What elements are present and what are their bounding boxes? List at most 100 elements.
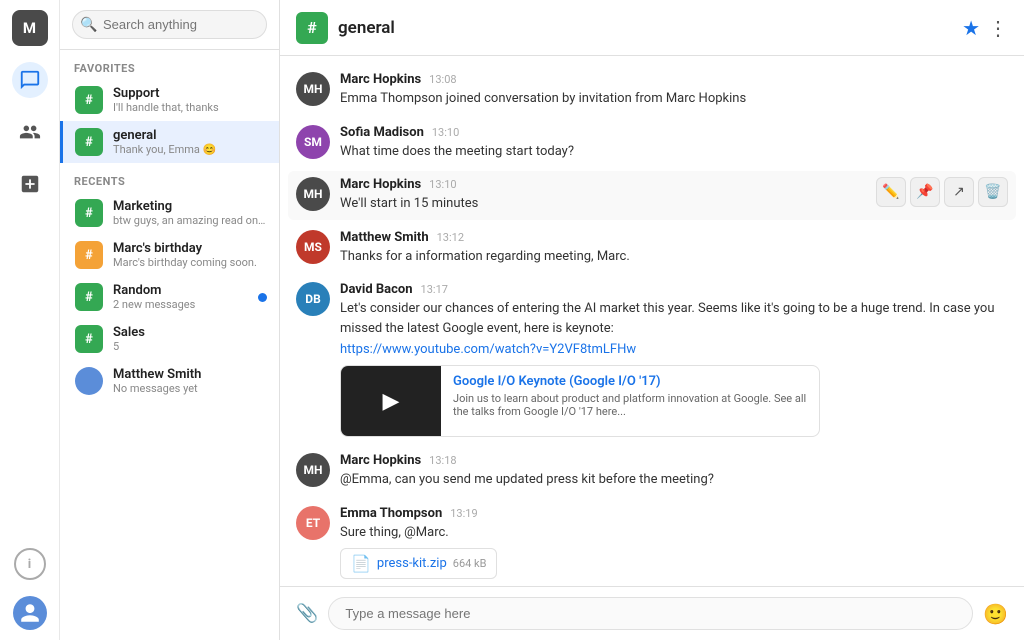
channel-icon-general: # xyxy=(75,128,103,156)
sidebar-item-marketing[interactable]: # Marketing btw guys, an amazing read on… xyxy=(60,192,279,234)
sidebar-item-random[interactable]: # Random 2 new messages xyxy=(60,276,279,318)
msg-text-m7: Sure thing, @Marc. xyxy=(340,523,1008,543)
msg-body-m5: David Bacon 13:17 Let's consider our cha… xyxy=(340,282,1008,437)
star-icon[interactable]: ★ xyxy=(962,16,980,40)
channel-info-general: general Thank you, Emma 😊 xyxy=(113,128,267,156)
icon-bar: M i xyxy=(0,0,60,640)
msg-time-m6: 13:18 xyxy=(429,454,456,467)
message-row-m6: MH Marc Hopkins 13:18 @Emma, can you sen… xyxy=(296,453,1008,490)
channel-info-random: Random 2 new messages xyxy=(113,283,248,311)
channel-name-matthew: Matthew Smith xyxy=(113,367,267,382)
emoji-icon[interactable]: 🙂 xyxy=(983,602,1008,626)
channel-info-marketing: Marketing btw guys, an amazing read on .… xyxy=(113,199,267,227)
contacts-nav-icon[interactable] xyxy=(12,114,48,150)
channel-name: general xyxy=(338,18,952,38)
channel-preview-sales: 5 xyxy=(113,340,267,353)
msg-avatar-m4: MS xyxy=(296,230,330,264)
channel-info-sales: Sales 5 xyxy=(113,325,267,353)
msg-time-m2: 13:10 xyxy=(432,126,459,139)
message-row-m2: SM Sofia Madison 13:10 What time does th… xyxy=(296,125,1008,162)
info-icon[interactable]: i xyxy=(14,548,46,580)
channel-name-support: Support xyxy=(113,86,267,101)
msg-avatar-m5: DB xyxy=(296,282,330,316)
msg-header-m5: David Bacon 13:17 xyxy=(340,282,1008,297)
sidebar-item-marcs-birthday[interactable]: # Marc's birthday Marc's birthday coming… xyxy=(60,234,279,276)
attachment-icon[interactable]: 📎 xyxy=(296,603,318,624)
msg-time-m4: 13:12 xyxy=(437,231,464,244)
channel-name-marketing: Marketing xyxy=(113,199,267,214)
sidebar-item-matthew[interactable]: Matthew Smith No messages yet xyxy=(60,360,279,402)
favorites-label: FAVORITES xyxy=(60,50,279,79)
msg-time-m7: 13:19 xyxy=(450,507,477,520)
msg-header-m2: Sofia Madison 13:10 xyxy=(340,125,1008,140)
msg-header-m6: Marc Hopkins 13:18 xyxy=(340,453,1008,468)
link-preview-m5[interactable]: ▶ Google I/O Keynote (Google I/O '17) Jo… xyxy=(340,365,820,437)
edit-button[interactable]: ✏️ xyxy=(876,177,906,207)
msg-link-m5[interactable]: https://www.youtube.com/watch?v=Y2VF8tmL… xyxy=(340,342,636,357)
channel-name-general: general xyxy=(113,128,267,143)
message-row-m3: MH Marc Hopkins 13:10 We'll start in 15 … xyxy=(288,171,1016,220)
channel-icon-marketing: # xyxy=(75,199,103,227)
channel-preview-random: 2 new messages xyxy=(113,298,248,311)
msg-avatar-m2: SM xyxy=(296,125,330,159)
recents-label: RECENTS xyxy=(60,163,279,192)
channel-name-random: Random xyxy=(113,283,248,298)
pin-button[interactable]: 📌 xyxy=(910,177,940,207)
sidebar-item-general[interactable]: # general Thank you, Emma 😊 xyxy=(60,121,279,163)
msg-name-m3: Marc Hopkins xyxy=(340,177,421,192)
message-row-m1: MH Marc Hopkins 13:08 Emma Thompson join… xyxy=(296,72,1008,109)
file-name-m7: press-kit.zip xyxy=(377,556,447,571)
file-size-m7: 664 kB xyxy=(453,557,487,570)
preview-thumb-m5: ▶ xyxy=(341,366,441,436)
channel-icon-sales: # xyxy=(75,325,103,353)
favorites-list: # Support I'll handle that, thanks # gen… xyxy=(60,79,279,163)
delete-button[interactable]: 🗑️ xyxy=(978,177,1008,207)
chat-nav-icon[interactable] xyxy=(12,62,48,98)
msg-time-m1: 13:08 xyxy=(429,73,456,86)
channel-info-support: Support I'll handle that, thanks xyxy=(113,86,267,114)
search-input[interactable] xyxy=(72,10,267,39)
main-avatar[interactable]: M xyxy=(12,10,48,46)
channel-info-matthew: Matthew Smith No messages yet xyxy=(113,367,267,395)
msg-text-m4: Thanks for a information regarding meeti… xyxy=(340,247,1008,267)
channel-preview-marketing: btw guys, an amazing read on ... xyxy=(113,214,267,227)
msg-name-m7: Emma Thompson xyxy=(340,506,442,521)
msg-time-m3: 13:10 xyxy=(429,178,456,191)
msg-body-m6: Marc Hopkins 13:18 @Emma, can you send m… xyxy=(340,453,1008,490)
sidebar-item-support[interactable]: # Support I'll handle that, thanks xyxy=(60,79,279,121)
channel-icon-support: # xyxy=(75,86,103,114)
msg-name-m4: Matthew Smith xyxy=(340,230,429,245)
message-row-m7: ET Emma Thompson 13:19 Sure thing, @Marc… xyxy=(296,506,1008,580)
chat-header: # general ★ ⋮ xyxy=(280,0,1024,56)
msg-body-m7: Emma Thompson 13:19 Sure thing, @Marc. 📄… xyxy=(340,506,1008,580)
msg-text-m2: What time does the meeting start today? xyxy=(340,142,1008,162)
message-input[interactable] xyxy=(328,597,973,630)
more-options-icon[interactable]: ⋮ xyxy=(988,16,1008,40)
channel-name-sales: Sales xyxy=(113,325,267,340)
msg-name-m1: Marc Hopkins xyxy=(340,72,421,87)
msg-text-m5: Let's consider our chances of entering t… xyxy=(340,299,1008,338)
chat-input-area: 📎 🙂 xyxy=(280,586,1024,640)
sidebar-item-sales[interactable]: # Sales 5 xyxy=(60,318,279,360)
preview-title-m5: Google I/O Keynote (Google I/O '17) xyxy=(453,374,807,389)
add-nav-icon[interactable] xyxy=(12,166,48,202)
msg-text-m1: Emma Thompson joined conversation by inv… xyxy=(340,89,1008,109)
search-icon: 🔍 xyxy=(80,17,97,33)
share-button[interactable]: ↗ xyxy=(944,177,974,207)
main-chat: # general ★ ⋮ MH Marc Hopkins 13:08 Emma… xyxy=(280,0,1024,640)
channel-name-marcs-birthday: Marc's birthday xyxy=(113,241,267,256)
file-attach-m7[interactable]: 📄 press-kit.zip 664 kB xyxy=(340,548,497,579)
avatar-matthew xyxy=(75,367,103,395)
msg-body-m2: Sofia Madison 13:10 What time does the m… xyxy=(340,125,1008,162)
msg-header-m1: Marc Hopkins 13:08 xyxy=(340,72,1008,87)
msg-avatar-m7: ET xyxy=(296,506,330,540)
channel-preview-general: Thank you, Emma 😊 xyxy=(113,143,267,156)
sidebar: 🔍 FAVORITES # Support I'll handle that, … xyxy=(60,0,280,640)
channel-icon: # xyxy=(296,12,328,44)
message-row-m4: MS Matthew Smith 13:12 Thanks for a info… xyxy=(296,230,1008,267)
recents-list: # Marketing btw guys, an amazing read on… xyxy=(60,192,279,402)
user-avatar[interactable] xyxy=(13,596,47,630)
msg-avatar-m1: MH xyxy=(296,72,330,106)
msg-name-m5: David Bacon xyxy=(340,282,413,297)
msg-name-m6: Marc Hopkins xyxy=(340,453,421,468)
